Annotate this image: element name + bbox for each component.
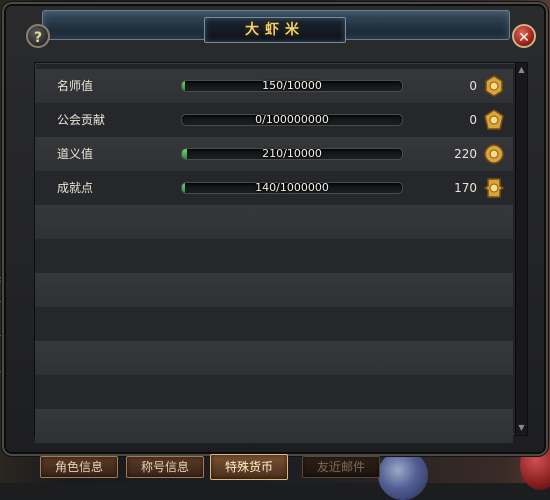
window-title: 大虾米 — [245, 22, 305, 38]
tab-character-info[interactable]: 角色信息 — [40, 456, 118, 478]
currency-label: 道义值 — [57, 147, 94, 161]
help-button[interactable]: ? — [26, 24, 50, 48]
tab-mail[interactable]: 友近邮件 — [302, 456, 380, 478]
empty-row — [35, 409, 513, 443]
progress-text: 0/100000000 — [255, 113, 329, 126]
currency-count: 0 — [469, 113, 477, 127]
character-window: 大虾米 ? ✕ 名师值 150/10000 0 公会贡献 0/100000000 0 道义值… — [6, 6, 544, 452]
scrollbar[interactable]: ▲ ▼ — [515, 63, 527, 435]
currency-label: 名师值 — [57, 79, 94, 93]
morality-medal-icon[interactable] — [482, 142, 506, 166]
background-mana-orb — [378, 450, 428, 500]
currency-label: 公会贡献 — [57, 113, 106, 127]
currency-row: 名师值 150/10000 0 — [35, 69, 513, 103]
empty-row — [35, 273, 513, 307]
empty-row — [35, 205, 513, 239]
currency-label: 成就点 — [57, 181, 94, 195]
achievement-medal-icon[interactable] — [482, 176, 506, 200]
progress-text: 140/1000000 — [255, 181, 329, 194]
currency-count: 0 — [469, 79, 477, 93]
empty-row — [35, 239, 513, 273]
master-medal-icon[interactable] — [482, 74, 506, 98]
progress-text: 210/10000 — [262, 147, 322, 160]
tab-special-currency[interactable]: 特殊货币 — [210, 454, 288, 480]
empty-row — [35, 341, 513, 375]
close-button[interactable]: ✕ — [512, 24, 536, 48]
title-plate: 大虾米 — [204, 17, 346, 43]
guild-medal-icon[interactable] — [482, 108, 506, 132]
currency-count: 170 — [454, 181, 477, 195]
currency-count: 220 — [454, 147, 477, 161]
scroll-down-icon[interactable]: ▼ — [516, 423, 527, 433]
tab-title-info[interactable]: 称号信息 — [126, 456, 204, 478]
scroll-up-icon[interactable]: ▲ — [516, 65, 527, 75]
currency-row: 成就点 140/1000000 170 — [35, 171, 513, 205]
progress-text: 150/10000 — [262, 79, 322, 92]
currency-row: 公会贡献 0/100000000 0 — [35, 103, 513, 137]
currency-row: 道义值 210/10000 220 — [35, 137, 513, 171]
empty-row — [35, 375, 513, 409]
currency-panel: 名师值 150/10000 0 公会贡献 0/100000000 0 道义值 210/1000… — [34, 62, 528, 443]
empty-row — [35, 307, 513, 341]
